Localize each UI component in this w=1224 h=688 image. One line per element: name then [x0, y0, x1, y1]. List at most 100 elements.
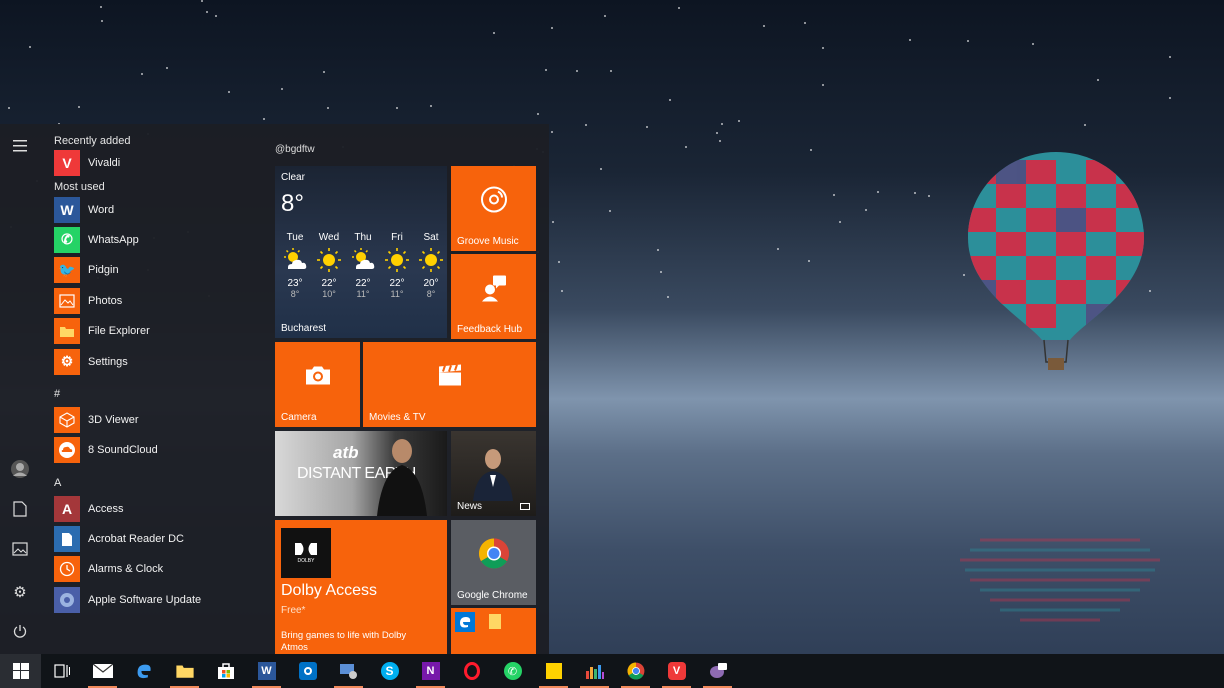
taskbar-edge[interactable] [123, 654, 164, 688]
tile-label: Feedback Hub [457, 324, 523, 335]
taskbar-vivaldi[interactable]: V [656, 654, 697, 688]
taskbar-chrome[interactable] [615, 654, 656, 688]
taskbar-audio-app[interactable] [574, 654, 615, 688]
forecast-low: 11° [390, 289, 404, 299]
dolby-price: Free* [281, 605, 306, 616]
taskbar-word[interactable]: W [246, 654, 287, 688]
power-icon[interactable] [10, 624, 30, 644]
soundcloud-icon [54, 437, 80, 464]
weather-temperature: 8° [281, 190, 304, 217]
user-avatar[interactable] [10, 460, 30, 480]
tile-label: Groove Music [457, 236, 519, 247]
opera-icon [463, 662, 480, 680]
settings-gear-icon[interactable]: ⚙ [10, 583, 30, 603]
acrobat-icon [54, 526, 80, 553]
taskbar-outlook[interactable] [287, 654, 328, 688]
news-badge-icon [520, 503, 530, 510]
taskbar-whatsapp[interactable]: ✆ [492, 654, 533, 688]
task-view-button[interactable] [41, 654, 82, 688]
taskbar-mail[interactable] [82, 654, 123, 688]
star [685, 146, 687, 148]
word-icon: W [54, 196, 80, 223]
star [493, 32, 495, 34]
app-acrobat[interactable]: Acrobat Reader DC [40, 524, 260, 554]
movies-tv-tile[interactable]: Movies & TV [363, 342, 536, 427]
taskbar-sticky-notes[interactable] [533, 654, 574, 688]
forecast-day: Fri 22° 11° [381, 232, 413, 299]
camera-tile[interactable]: Camera [275, 342, 360, 427]
tile-label: Movies & TV [369, 412, 426, 423]
dolby-access-tile[interactable]: DOLBY Dolby Access Free* Bring games to … [275, 520, 447, 654]
taskbar-store[interactable] [205, 654, 246, 688]
app-whatsapp[interactable]: ✆ WhatsApp [40, 225, 260, 255]
taskbar-remote[interactable] [328, 654, 369, 688]
taskbar-onenote[interactable]: N [410, 654, 451, 688]
star [585, 124, 587, 126]
groove-music-tile[interactable]: Groove Music [451, 166, 536, 251]
star [558, 261, 560, 263]
pictures-icon[interactable] [10, 542, 30, 562]
section-a[interactable]: A [40, 476, 260, 490]
taskbar-pidgin[interactable] [697, 654, 738, 688]
star [822, 47, 824, 49]
windows-logo-icon [12, 663, 29, 679]
section-hash[interactable]: # [40, 387, 260, 401]
google-chrome-tile[interactable]: Google Chrome [451, 520, 536, 605]
taskbar-skype[interactable]: S [369, 654, 410, 688]
hamburger-menu-icon[interactable] [10, 138, 30, 158]
feedback-hub-tile[interactable]: Feedback Hub [451, 254, 536, 339]
weather-city: Bucharest [281, 323, 327, 334]
app-access[interactable]: A Access [40, 494, 260, 524]
star [609, 210, 611, 212]
forecast-day-name: Fri [391, 232, 403, 243]
star [1169, 56, 1171, 58]
taskbar-opera[interactable] [451, 654, 492, 688]
partly-cloudy-icon [279, 247, 311, 276]
app-vivaldi[interactable]: V Vivaldi [40, 148, 260, 178]
star [777, 248, 779, 250]
star [201, 0, 203, 2]
star [537, 113, 539, 115]
forecast-high: 22° [321, 278, 337, 289]
app-alarms-clock[interactable]: Alarms & Clock [40, 554, 260, 584]
app-pidgin[interactable]: 🐦 Pidgin [40, 255, 260, 285]
start-button[interactable] [0, 654, 41, 688]
star [1149, 290, 1151, 292]
app-apple-software-update[interactable]: Apple Software Update [40, 585, 260, 615]
word-icon: W [257, 662, 276, 680]
taskbar: W S N ✆ V [0, 654, 1224, 688]
app-label: Word [88, 203, 115, 216]
documents-icon[interactable] [10, 501, 30, 521]
taskbar-file-explorer[interactable] [164, 654, 205, 688]
dolby-logo-icon: DOLBY [281, 528, 331, 578]
sticky-notes-icon [545, 663, 562, 679]
tile-group-title[interactable]: @bgdftw [275, 144, 315, 155]
sun-icon [415, 247, 447, 276]
news-tile[interactable]: News [451, 431, 536, 516]
app-word[interactable]: W Word [40, 194, 260, 224]
star [552, 221, 554, 223]
star [327, 107, 329, 109]
star [804, 22, 806, 24]
app-settings[interactable]: ⚙ Settings [40, 346, 260, 376]
star [206, 11, 208, 13]
photos-icon [54, 287, 80, 314]
app-file-explorer[interactable]: File Explorer [40, 316, 260, 346]
sticky-note-icon[interactable] [489, 614, 501, 629]
cube-icon [54, 406, 80, 433]
star [877, 191, 879, 193]
star [822, 84, 824, 86]
app-soundcloud[interactable]: 8 SoundCloud [40, 435, 260, 465]
mini-tile-group[interactable] [451, 608, 536, 654]
edge-icon[interactable] [455, 612, 475, 632]
star [101, 20, 103, 22]
star [1097, 79, 1099, 81]
app-3d-viewer[interactable]: 3D Viewer [40, 405, 260, 435]
weather-tile[interactable]: Clear 8° Tue 23° 8° Wed 22° 10° Thu 22° 11° Fri 22… [275, 166, 447, 338]
vivaldi-icon: V [54, 150, 80, 177]
album-tile[interactable]: atb DISTANT EARTH [275, 431, 447, 516]
forecast-day: Wed 22° 10° [313, 232, 345, 299]
app-label: Apple Software Update [88, 593, 202, 606]
app-photos[interactable]: Photos [40, 286, 260, 316]
star [29, 46, 31, 48]
